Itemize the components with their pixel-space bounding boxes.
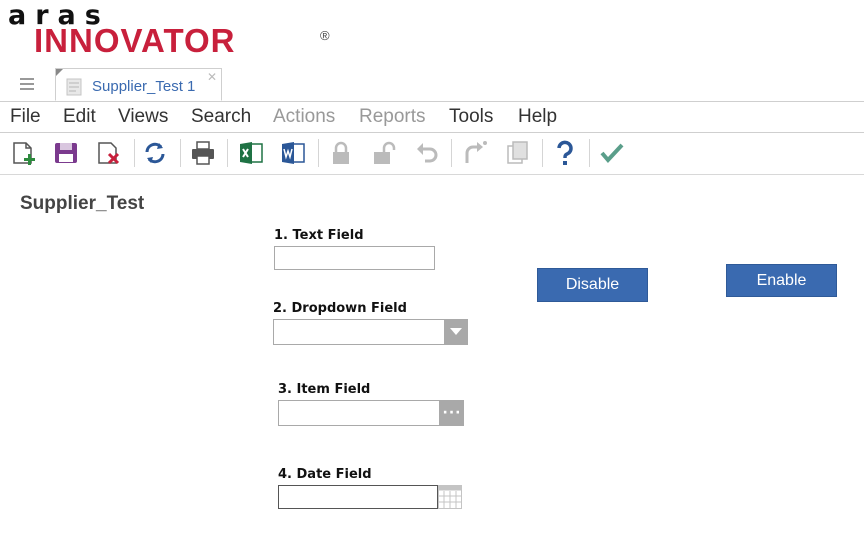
toolbar-separator	[542, 139, 543, 167]
tab-bar: Supplier_Test 1 ✕	[0, 66, 864, 102]
aras-innovator-logo: aras INNOVATOR ®	[6, 2, 336, 59]
disable-button[interactable]: Disable	[537, 268, 648, 302]
item-field-input[interactable]	[278, 400, 440, 426]
discard-icon[interactable]	[95, 139, 123, 167]
text-field-label: 1. Text Field	[274, 228, 364, 243]
promote-icon[interactable]	[461, 139, 489, 167]
tab-supplier-test[interactable]: Supplier_Test 1 ✕	[55, 68, 222, 101]
menu-help[interactable]: Help	[518, 106, 557, 128]
dropdown-field-label: 2. Dropdown Field	[273, 301, 407, 316]
logo-innovator-text: INNOVATOR	[34, 22, 236, 59]
new-item-icon[interactable]	[10, 139, 38, 167]
item-field-label: 3. Item Field	[278, 382, 371, 397]
menu-bar: File Edit Views Search Actions Reports T…	[0, 102, 864, 133]
tab-corner-marker	[56, 69, 63, 76]
menu-edit[interactable]: Edit	[63, 106, 96, 128]
menu-actions[interactable]: Actions	[273, 106, 335, 128]
toolbar	[0, 133, 864, 175]
form-title: Supplier_Test	[20, 193, 145, 214]
lock-icon[interactable]	[327, 139, 355, 167]
menu-tools[interactable]: Tools	[449, 106, 493, 128]
undo-icon[interactable]	[413, 139, 441, 167]
hamburger-menu-icon[interactable]	[20, 78, 34, 90]
chevron-down-icon	[450, 328, 462, 335]
print-icon[interactable]	[189, 139, 217, 167]
menu-reports[interactable]: Reports	[359, 106, 426, 128]
date-field-label: 4. Date Field	[278, 467, 372, 482]
menu-search[interactable]: Search	[191, 106, 251, 128]
dropdown-field-select[interactable]	[273, 319, 468, 345]
tab-label: Supplier_Test 1	[92, 78, 196, 95]
dropdown-arrow-button[interactable]	[444, 319, 468, 345]
date-field-input[interactable]	[278, 485, 438, 509]
menu-views[interactable]: Views	[118, 106, 168, 128]
done-icon[interactable]	[598, 139, 626, 167]
toolbar-separator	[589, 139, 590, 167]
excel-export-icon[interactable]	[237, 139, 265, 167]
toolbar-separator	[227, 139, 228, 167]
copy-icon[interactable]	[503, 139, 531, 167]
toolbar-separator	[180, 139, 181, 167]
refresh-icon[interactable]	[141, 139, 169, 167]
calendar-icon[interactable]	[438, 485, 462, 509]
unlock-icon[interactable]	[370, 139, 398, 167]
menu-file[interactable]: File	[10, 106, 41, 128]
toolbar-separator	[318, 139, 319, 167]
ellipsis-icon[interactable]: ···	[440, 400, 464, 426]
logo-registered-mark: ®	[320, 28, 330, 43]
help-icon[interactable]	[551, 139, 579, 167]
toolbar-separator	[451, 139, 452, 167]
word-export-icon[interactable]	[279, 139, 307, 167]
toolbar-separator	[134, 139, 135, 167]
close-tab-icon[interactable]: ✕	[207, 70, 217, 84]
enable-button[interactable]: Enable	[726, 264, 837, 297]
text-field-input[interactable]	[274, 246, 435, 270]
item-document-icon	[66, 77, 84, 97]
save-icon[interactable]	[52, 139, 80, 167]
